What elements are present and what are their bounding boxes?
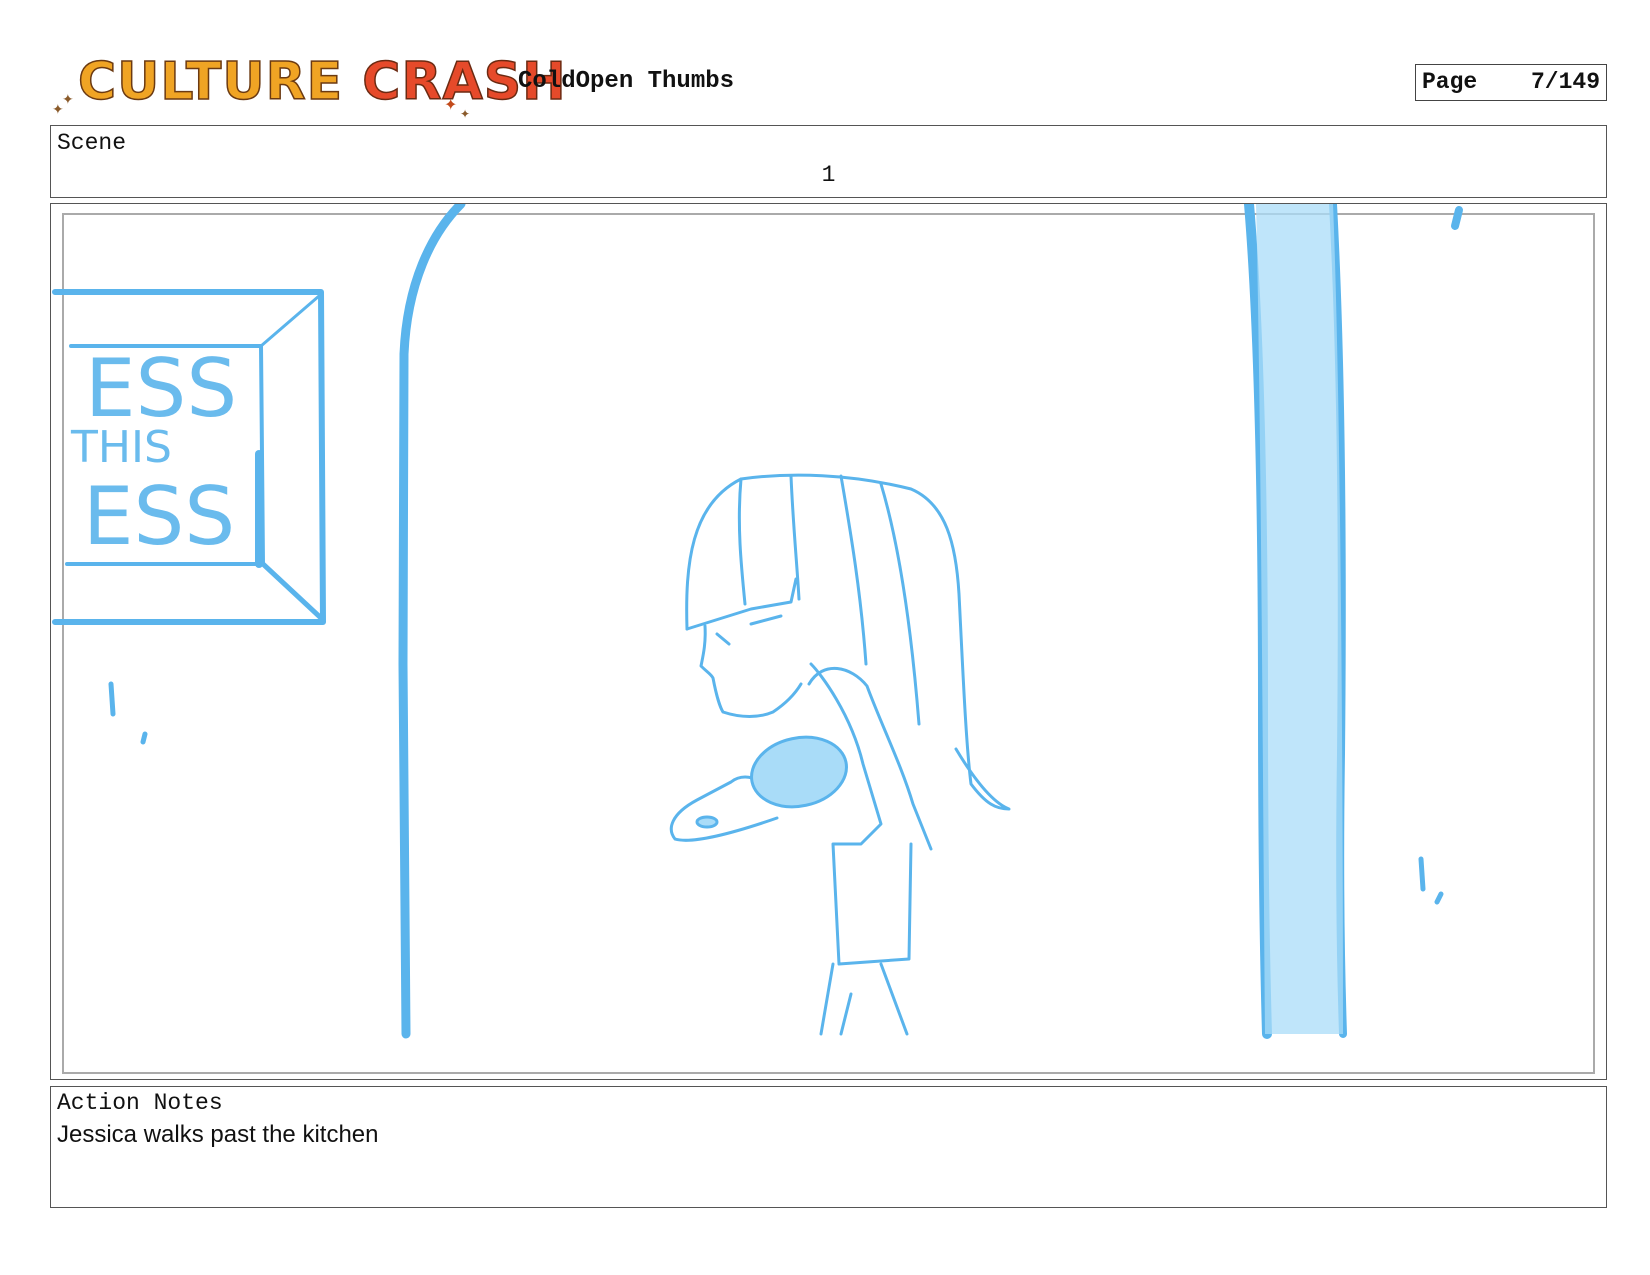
svg-text:✦: ✦ bbox=[62, 92, 74, 108]
action-notes-text: Jessica walks past the kitchen bbox=[57, 1121, 379, 1148]
scene-label: Scene bbox=[57, 130, 127, 156]
page-counter: Page 7/149 bbox=[1415, 64, 1607, 101]
sign-text-line-2: THIS bbox=[70, 422, 172, 473]
panel-sketch: ESS THIS ESS bbox=[52, 204, 1463, 1039]
document-title: ColdOpen Thumbs bbox=[518, 68, 735, 95]
page-number: 7/149 bbox=[1530, 69, 1600, 95]
culture-crash-logo: ✦ ✦ ✦ ✦ CULTURE CRASH bbox=[52, 48, 566, 128]
action-notes-field: Action Notes Jessica walks past the kitc… bbox=[50, 1086, 1607, 1208]
page-label: Page bbox=[1422, 69, 1478, 95]
pillar-fill bbox=[1256, 204, 1343, 1034]
sign-text-line-3: ESS bbox=[83, 470, 235, 563]
scene-number: 1 bbox=[821, 162, 836, 188]
scene-field: Scene 1 bbox=[50, 125, 1607, 198]
logo-word-culture: CULTURE bbox=[77, 51, 344, 113]
doorway-arch bbox=[398, 204, 466, 1039]
girl-figure bbox=[669, 473, 1011, 1036]
page-header: ✦ ✦ ✦ ✦ CULTURE CRASH ColdOpen Thumbs Pa… bbox=[52, 40, 1609, 121]
action-notes-label: Action Notes bbox=[57, 1090, 223, 1116]
storyboard-panel: ESS THIS ESS bbox=[50, 203, 1607, 1080]
